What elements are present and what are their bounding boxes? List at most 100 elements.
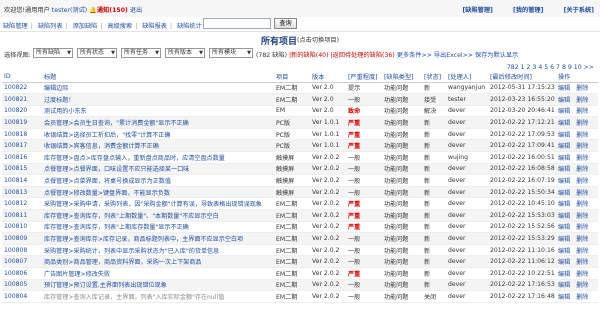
version-filter-select[interactable]: 所有版本 ▼ [165,48,205,58]
edit-link[interactable]: 编辑 [558,294,570,301]
delete-link[interactable]: 删除 [576,248,588,255]
more-conditions-link[interactable]: 更多条件>> [397,52,432,59]
delete-link[interactable]: 删除 [576,213,588,220]
cell-id[interactable]: 100818 [2,128,42,141]
user-link[interactable]: tester(测试) [52,7,87,14]
page-numbers[interactable]: 782 1 2 3 4 5 6 7 8 9 10 [507,64,582,71]
cell-title[interactable]: 库存管理>查询库存，列表"上期库存数量"显示不正确 [42,221,274,234]
cell-id[interactable]: 100806 [2,267,42,280]
cell-title[interactable]: 点餐管理>点餐界面，口味设置不应只能选择某一口味 [42,163,274,176]
delete-link[interactable]: 删除 [576,108,588,115]
next-page-link[interactable]: >> [584,64,594,71]
cell-id[interactable]: 100807 [2,255,42,268]
delete-link[interactable]: 删除 [576,178,588,185]
delete-link[interactable]: 删除 [576,259,588,266]
col-header-modified[interactable]: [最后修改时间] [488,72,556,83]
cell-title[interactable]: 测试用的小东东 [42,105,274,118]
col-header-owner[interactable]: [处理人] [446,72,488,83]
edit-link[interactable]: 编辑 [558,236,570,243]
edit-link[interactable]: 编辑 [558,271,570,278]
cell-title[interactable]: 库存管理>盘点>库存盘点输入，重新盘点商品时，应清空盘点数量 [42,151,274,164]
edit-link[interactable]: 编辑 [558,166,570,173]
col-header-id[interactable]: ID [2,72,42,83]
cell-title[interactable]: 点餐管理>修改数量>键盘界面，不能显示负数 [42,186,274,199]
cell-id[interactable]: 100811 [2,209,42,222]
delete-link[interactable]: 删除 [576,143,588,150]
logout-link[interactable]: 退出 [130,7,142,14]
edit-link[interactable]: 编辑 [558,259,570,266]
nav-item-defect-manage[interactable]: 缺陷管理 [3,23,28,30]
cell-id[interactable]: 100804 [2,290,42,303]
cell-id[interactable]: 100819 [2,116,42,129]
delete-link[interactable]: 删除 [576,190,588,197]
edit-link[interactable]: 编辑 [558,132,570,139]
delete-link[interactable]: 删除 [576,120,588,127]
top-link-defects[interactable]: [缺陷管理] [462,7,492,14]
col-header-project[interactable]: 项目 [274,72,310,83]
cell-id[interactable]: 100812 [2,197,42,211]
edit-link[interactable]: 编辑 [558,248,570,255]
edit-link[interactable]: 编辑 [558,224,570,231]
nav-item-advanced-search[interactable]: 高级搜索 [107,23,132,30]
cell-title[interactable]: 库存管理>查询库存，列表"上期数量"、"本期数量"不应显示空白 [42,209,274,222]
new-defects-link[interactable]: |新的缺陷(40) [289,52,329,59]
edit-link[interactable]: 编辑 [558,155,570,162]
nav-item-defect-list[interactable]: 缺陷列表 [38,23,63,30]
edit-link[interactable]: 编辑 [558,108,570,115]
edit-link[interactable]: 编辑 [558,190,570,197]
cell-id[interactable]: 100821 [2,93,42,106]
cell-title[interactable]: 库存管理>查询库存>库存记录，商品标题列表中，主界面不应显示空白项 [42,232,274,245]
edit-link[interactable]: 编辑 [558,213,570,220]
edit-link[interactable]: 编辑 [558,85,570,92]
delete-link[interactable]: 删除 [576,236,588,243]
edit-link[interactable]: 编辑 [558,97,570,104]
edit-link[interactable]: 编辑 [558,201,570,208]
delete-link[interactable]: 删除 [576,201,588,208]
col-header-version[interactable]: 版本 [310,72,346,83]
cell-id[interactable]: 100813 [2,186,42,199]
col-header-severity[interactable]: [严重程度] [346,72,382,83]
cell-id[interactable]: 100815 [2,163,42,176]
cell-id[interactable]: 100816 [2,151,42,164]
delete-link[interactable]: 删除 [576,132,588,139]
nav-item-defect-report[interactable]: 缺陷报表 [142,23,167,30]
delete-link[interactable]: 删除 [576,155,588,162]
cell-title[interactable]: 库存管理>查询入库记录，主界面，列表"入库实际金额"存在null值 [42,290,274,303]
defect-filter-select[interactable]: 所有缺陷 ▼ [33,48,73,58]
top-link-my-manage[interactable]: [我的管理] [513,7,543,14]
delete-link[interactable]: 删除 [576,224,588,231]
save-default-link[interactable]: 保存为默认显示 [475,52,518,59]
cell-title[interactable]: 点餐管理>点菜界面，将桌号换成显示为正数值 [42,174,274,187]
cell-id[interactable]: 100817 [2,139,42,153]
cell-id[interactable]: 100820 [2,105,42,118]
cell-title[interactable]: 收银结算>选择员工折扣后，"找零"计算不正确 [42,128,274,141]
edit-link[interactable]: 编辑 [558,282,570,289]
delete-link[interactable]: 删除 [576,271,588,278]
nav-item-defect-stats[interactable]: 缺陷统计 [177,23,202,30]
notice-link[interactable]: 通知(150) [97,7,128,14]
search-input[interactable] [203,18,271,29]
delete-link[interactable]: 删除 [576,282,588,289]
nav-item-add-defect[interactable]: 添加缺陷 [73,23,98,30]
cell-title[interactable]: 商品类别>商品管理，商品资料界面，采购一次上下架商品 [42,255,274,268]
top-link-about[interactable]: [关于系统] [564,7,594,14]
delete-link[interactable]: 删除 [576,97,588,104]
cell-id[interactable]: 100822 [2,82,42,95]
cell-title[interactable]: 编辑边际 [42,82,274,95]
pending-defects-link[interactable]: |返回待处理的缺陷(36) [330,52,394,59]
cell-id[interactable]: 100810 [2,221,42,234]
edit-link[interactable]: 编辑 [558,120,570,127]
cell-title[interactable]: 广告图片管理>修改失败 [42,267,274,280]
cell-title[interactable]: 采购管理>采购统计，列表中显示采购状态为"已入库"的货单信息 [42,244,274,257]
status-filter-select[interactable]: 所有状态 ▼ [77,48,117,58]
cell-title[interactable]: 收银结算>宾客信息，消费金额计算不正确 [42,139,274,153]
col-header-type[interactable]: [缺陷类型] [382,72,422,83]
cell-title[interactable]: 采购管理>采购申请，采购列表，因"采购金额"计算有误，导致表格出现错误现象 [42,197,274,211]
export-excel-link[interactable]: 导出Excel>> [434,52,473,59]
delete-link[interactable]: 删除 [576,166,588,173]
delete-link[interactable]: 删除 [576,294,588,301]
cell-title[interactable]: 预订管理>预订设置,主界面列表出现错位现象 [42,279,274,292]
cell-title[interactable]: 会员管理>会员生日查询，"累计消费金额"显示不正确 [42,116,274,129]
module-filter-select[interactable]: 所有模块 ▼ [209,48,253,58]
cell-id[interactable]: 100805 [2,279,42,292]
